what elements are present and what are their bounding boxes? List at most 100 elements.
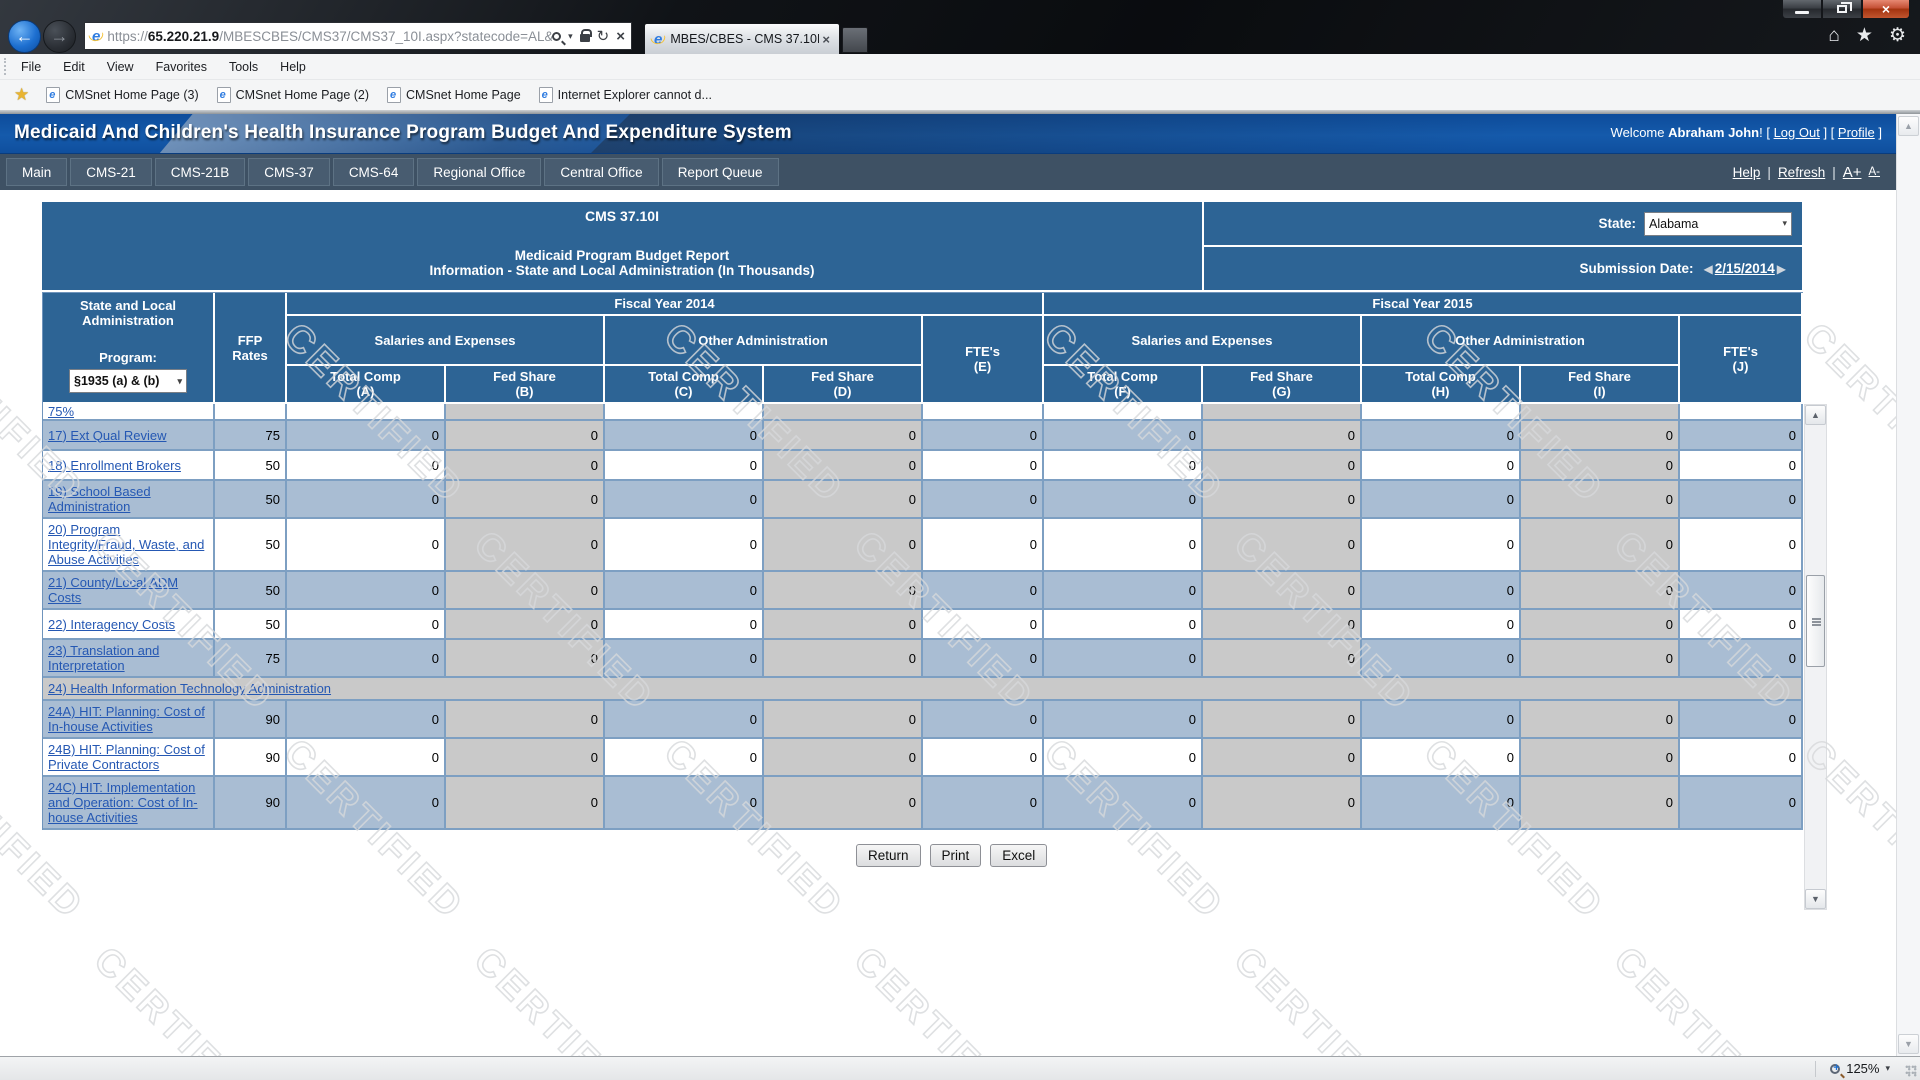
row-link[interactable]: 22) Interagency Costs — [48, 617, 175, 632]
fy14-salaries-header: Salaries and Expenses — [287, 316, 605, 366]
back-button[interactable]: ← — [8, 20, 41, 53]
nav-tab-central-office[interactable]: Central Office — [544, 158, 658, 186]
row-link[interactable]: 20) Program Integrity/Fraud, Waste, and … — [48, 522, 204, 567]
menu-favorites[interactable]: Favorites — [145, 60, 218, 74]
row-link[interactable]: 23) Translation and Interpretation — [48, 643, 159, 673]
nav-tab-cms-64[interactable]: CMS-64 — [333, 158, 415, 186]
excel-button[interactable]: Excel — [990, 844, 1047, 867]
nav-tab-cms-21[interactable]: CMS-21 — [70, 158, 152, 186]
nav-tab-main[interactable]: Main — [6, 158, 67, 186]
row-link[interactable]: 75% — [48, 404, 74, 419]
scroll-up-icon[interactable]: ▲ — [1805, 405, 1826, 425]
row-link[interactable]: 24A) HIT: Planning: Cost of In-house Act… — [48, 704, 205, 734]
table-section-row: 24) Health Information Technology Admini… — [43, 678, 1803, 701]
welcome-bar: Welcome Abraham John! [ Log Out ] [ Prof… — [1611, 125, 1882, 140]
menu-file[interactable]: File — [10, 60, 52, 74]
value-cell: 0 — [764, 701, 923, 739]
scrollbar-thumb[interactable] — [1806, 575, 1825, 667]
section-row-cell: 24) Health Information Technology Admini… — [43, 678, 1803, 701]
table-scrollbar[interactable]: ▲ ▼ — [1804, 404, 1827, 910]
value-cell: 0 — [923, 640, 1044, 678]
nav-separator: | — [1767, 165, 1771, 180]
favorite-link[interactable]: CMSnet Home Page — [378, 87, 530, 103]
row-link[interactable]: 24B) HIT: Planning: Cost of Private Cont… — [48, 742, 205, 772]
favorite-link[interactable]: Internet Explorer cannot d... — [530, 87, 721, 103]
stop-icon[interactable]: × — [616, 29, 625, 44]
budget-table: State and Local Administration Program: … — [42, 292, 1803, 830]
scroll-down-icon[interactable]: ▼ — [1805, 889, 1826, 909]
logout-link[interactable]: Log Out — [1774, 125, 1820, 140]
value-cell: 0 — [287, 739, 446, 777]
value-cell: 0 — [1044, 777, 1203, 830]
return-button[interactable]: Return — [856, 844, 921, 867]
value-cell — [446, 404, 605, 421]
tab-close-icon[interactable]: × — [819, 32, 833, 47]
prev-date-icon[interactable]: ◀ — [1703, 262, 1712, 276]
search-dropdown-icon[interactable]: ▾ — [568, 31, 573, 42]
next-date-icon[interactable]: ▶ — [1777, 262, 1786, 276]
value-cell: 0 — [1362, 451, 1521, 481]
value-cell: 0 — [1203, 421, 1362, 451]
submission-date-link[interactable]: 2/15/2014 — [1715, 261, 1775, 276]
minimize-button[interactable] — [1782, 0, 1822, 19]
program-select[interactable]: §1935 (a) & (b) ▾ — [69, 369, 187, 393]
menu-help[interactable]: Help — [269, 60, 317, 74]
row-link[interactable]: 24C) HIT: Implementation and Operation: … — [48, 780, 198, 825]
nav-tab-regional-office[interactable]: Regional Office — [417, 158, 541, 186]
profile-link[interactable]: Profile — [1838, 125, 1875, 140]
favorites-star-icon[interactable]: ★ — [1856, 26, 1873, 45]
ffp-rate-cell: 50 — [215, 572, 287, 610]
search-icon[interactable] — [552, 32, 561, 41]
address-bar[interactable]: e https://65.220.21.9/MBESCBES/CMS37/CMS… — [84, 22, 632, 50]
row-link[interactable]: 17) Ext Qual Review — [48, 428, 167, 443]
value-cell: 0 — [605, 640, 764, 678]
font-decrease-link[interactable]: A- — [1869, 166, 1881, 178]
page-scroll-up-icon[interactable]: ▲ — [1898, 116, 1919, 136]
nav-tab-cms-37[interactable]: CMS-37 — [248, 158, 330, 186]
zoom-level[interactable]: 125% — [1846, 1061, 1879, 1076]
row-label-cell: 23) Translation and Interpretation — [43, 640, 215, 678]
restore-button[interactable] — [1822, 0, 1862, 19]
nav-tab-report-queue[interactable]: Report Queue — [662, 158, 779, 186]
help-link[interactable]: Help — [1733, 165, 1761, 180]
fy14-other-admin-header: Other Administration — [605, 316, 923, 366]
nav-tab-cms-21b[interactable]: CMS-21B — [155, 158, 246, 186]
font-increase-link[interactable]: A+ — [1843, 164, 1862, 181]
new-tab-button[interactable] — [842, 27, 868, 53]
refresh-link[interactable]: Refresh — [1778, 165, 1825, 180]
forward-button[interactable]: → — [43, 20, 76, 53]
menu-view[interactable]: View — [96, 60, 145, 74]
value-cell: 0 — [1203, 610, 1362, 640]
state-select[interactable]: Alabama ▾ — [1644, 212, 1792, 236]
value-cell: 0 — [923, 451, 1044, 481]
url-text[interactable]: https://65.220.21.9/MBESCBES/CMS37/CMS37… — [107, 29, 552, 44]
row-label-cell: 22) Interagency Costs — [43, 610, 215, 640]
menu-tools[interactable]: Tools — [218, 60, 269, 74]
value-cell: 0 — [764, 777, 923, 830]
row-link[interactable]: 19) School Based Administration — [48, 484, 151, 514]
value-cell: 0 — [923, 572, 1044, 610]
zoom-caret-icon[interactable]: ▾ — [1885, 1063, 1890, 1074]
close-button[interactable]: × — [1862, 0, 1910, 19]
page-scroll-down-icon[interactable]: ▼ — [1898, 1034, 1919, 1054]
refresh-icon[interactable]: ↻ — [597, 29, 610, 44]
favorite-link[interactable]: CMSnet Home Page (3) — [37, 87, 207, 103]
value-cell — [1044, 404, 1203, 421]
value-cell: 0 — [1680, 519, 1803, 572]
favorite-link[interactable]: CMSnet Home Page (2) — [208, 87, 378, 103]
status-bar: 125% ▾ — [0, 1056, 1920, 1080]
home-icon[interactable]: ⌂ — [1828, 26, 1839, 45]
value-cell: 0 — [1044, 610, 1203, 640]
add-favorite-icon[interactable]: ★ — [14, 85, 29, 105]
browser-tab[interactable]: e MBES/CBES - CMS 37.10I × — [644, 23, 840, 54]
forward-icon: → — [51, 26, 69, 47]
row-link[interactable]: 18) Enrollment Brokers — [48, 458, 181, 473]
page-scrollbar[interactable]: ▲ ▼ — [1896, 114, 1920, 1056]
print-button[interactable]: Print — [930, 844, 982, 867]
menu-edit[interactable]: Edit — [52, 60, 96, 74]
value-cell: 0 — [1521, 451, 1680, 481]
row-link[interactable]: 24) Health Information Technology Admini… — [48, 681, 331, 696]
row-link[interactable]: 21) County/Local ADM Costs — [48, 575, 178, 605]
value-cell: 0 — [1203, 777, 1362, 830]
gear-icon[interactable]: ⚙ — [1889, 26, 1906, 45]
